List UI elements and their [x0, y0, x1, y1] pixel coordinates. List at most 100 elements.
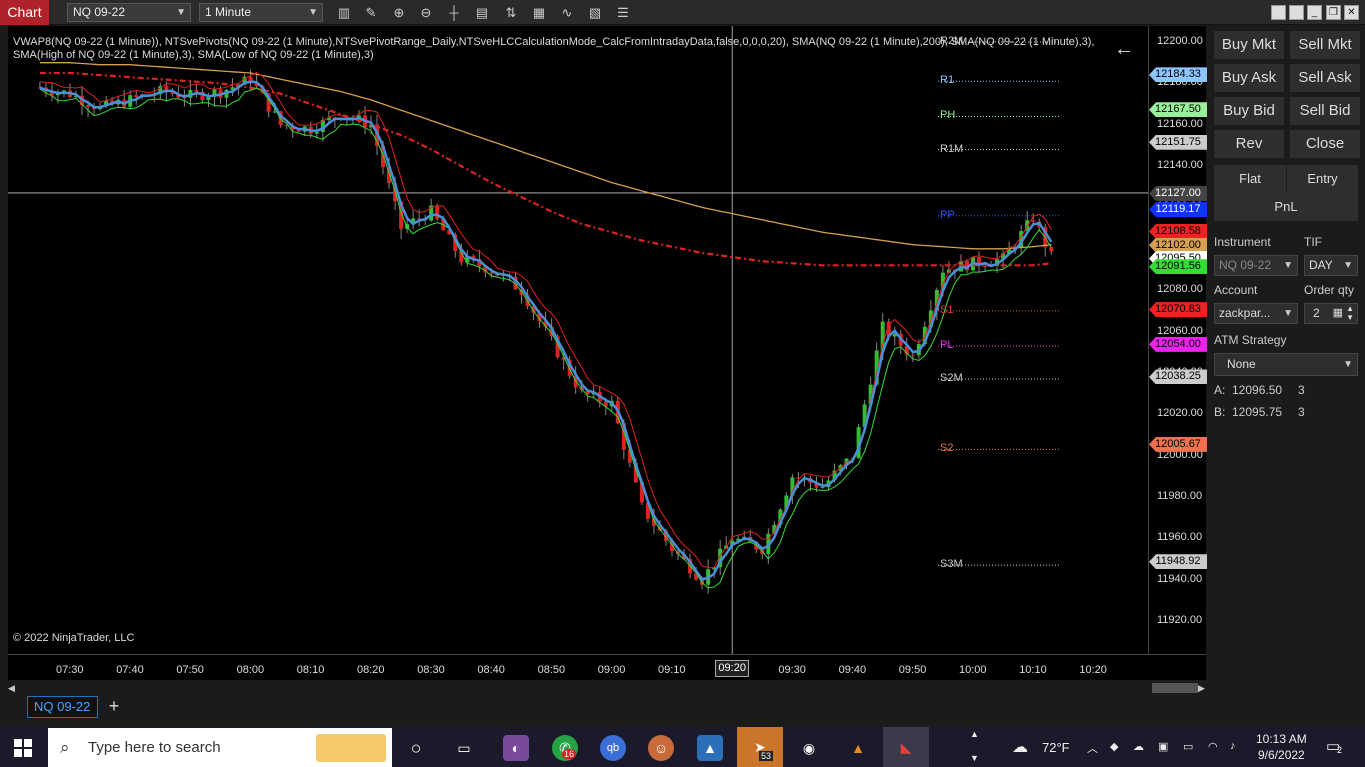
- weather-icon[interactable]: ☁: [1012, 737, 1028, 757]
- chart-trader-icon[interactable]: ⇅: [501, 3, 521, 22]
- time-tick-label: 09:40: [838, 664, 867, 676]
- time-tick-label: 09:00: [597, 664, 626, 676]
- battery-icon[interactable]: ▭: [1183, 740, 1193, 753]
- price-tick-label: 12060.00: [1157, 324, 1203, 337]
- buy-bid-button[interactable]: Buy Bid: [1214, 97, 1284, 125]
- price-marker-tag: 11948.92: [1149, 554, 1207, 570]
- tray-expand-icon[interactable]: ︿: [1087, 740, 1098, 756]
- window-tile-icon[interactable]: [1289, 5, 1304, 20]
- time-tick-label: 10:10: [1019, 664, 1047, 676]
- price-marker-tag: 12167.50: [1149, 102, 1207, 118]
- cortana-icon[interactable]: ○: [403, 735, 429, 761]
- time-tick-label: 08:00: [236, 664, 265, 676]
- app-tray-icon[interactable]: ◆: [1110, 740, 1118, 753]
- price-tick-label: 12080.00: [1157, 283, 1203, 296]
- templates-icon[interactable]: ▧: [585, 3, 605, 22]
- data-box-icon[interactable]: ▤: [472, 3, 492, 22]
- account-select[interactable]: zackpar... ▼: [1214, 303, 1298, 324]
- bid-price: 12095.75: [1232, 405, 1283, 419]
- drawing-tool-icon[interactable]: ✎: [361, 3, 381, 22]
- telegram-icon[interactable]: ➤: [737, 727, 783, 767]
- photos-icon[interactable]: ▲: [697, 735, 723, 761]
- instrument-selector-value: NQ 09-22: [73, 5, 126, 19]
- volume-icon[interactable]: ♪: [1230, 740, 1236, 752]
- bar-type-icon[interactable]: ▥: [334, 3, 354, 22]
- candle-up: [314, 132, 319, 134]
- pnl-button[interactable]: PnL: [1214, 193, 1358, 221]
- sell-mkt-button[interactable]: Sell Mkt: [1290, 31, 1360, 59]
- minimize-icon[interactable]: _: [1307, 5, 1322, 20]
- buy-mkt-button[interactable]: Buy Mkt: [1214, 31, 1284, 59]
- buy-ask-button[interactable]: Buy Ask: [1214, 64, 1284, 92]
- obs-icon[interactable]: ◉: [796, 735, 822, 761]
- vwap-line: [39, 71, 1052, 267]
- candle-down: [489, 272, 494, 274]
- maximize-icon[interactable]: ❐: [1326, 5, 1341, 20]
- tab-nq-09-22[interactable]: NQ 09-22: [27, 696, 98, 718]
- flat-button[interactable]: Flat: [1214, 165, 1286, 193]
- quickbooks-icon[interactable]: qb: [600, 735, 626, 761]
- chart-scrollbar[interactable]: ◀ ▶: [8, 681, 1206, 695]
- price-marker-tag: 12091.56: [1149, 259, 1207, 275]
- app-icon-1[interactable]: ◐: [503, 735, 529, 761]
- price-tick-label: 11920.00: [1157, 614, 1203, 626]
- task-view-icon[interactable]: ▭: [451, 735, 477, 761]
- calculator-icon[interactable]: ▦: [1333, 304, 1343, 323]
- pivot-label-r2m: R2M: [940, 35, 964, 47]
- time-axis[interactable]: 07:30 07:40 07:50 08:00 08:10 08:20 08:30 08:40…: [8, 654, 1206, 680]
- stepper-arrows-icon[interactable]: ▲ ▼: [1346, 304, 1354, 322]
- scroll-right-icon[interactable]: ▶: [1198, 683, 1206, 693]
- entry-button[interactable]: Entry: [1287, 165, 1358, 193]
- window-list-icon[interactable]: [1271, 5, 1286, 20]
- zoom-out-icon[interactable]: ⊖: [416, 3, 436, 22]
- price-tick-label: 11960.00: [1157, 531, 1203, 544]
- avatar-app-icon[interactable]: ☺: [648, 735, 674, 761]
- account-select-value: zackpar...: [1219, 306, 1271, 320]
- close-icon[interactable]: ✕: [1344, 5, 1359, 20]
- rev-button[interactable]: Rev: [1214, 130, 1284, 158]
- scroll-up-icon[interactable]: ▲: [970, 729, 979, 739]
- back-arrow-icon[interactable]: ←: [1114, 38, 1134, 61]
- order-qty-stepper[interactable]: 2 ▦ ▲ ▼: [1304, 303, 1358, 324]
- atm-strategy-value: None: [1227, 357, 1256, 371]
- add-tab-button[interactable]: +: [102, 696, 126, 718]
- indicators-icon[interactable]: ▦: [529, 3, 549, 22]
- scroll-left-icon[interactable]: ◀: [8, 683, 16, 693]
- chart-trader-panel: Buy Mkt Sell Mkt Buy Ask Sell Ask Buy Bi…: [1207, 26, 1365, 726]
- vlc-icon[interactable]: ▲: [845, 735, 871, 761]
- scrollbar-thumb[interactable]: [1152, 683, 1198, 693]
- taskbar-search-input[interactable]: ⌕ Type here to search: [48, 728, 392, 767]
- scroll-down-icon[interactable]: ▼: [970, 753, 979, 763]
- interval-selector[interactable]: 1 Minute ▼: [199, 3, 323, 22]
- price-chart-plot: [8, 26, 1148, 654]
- instrument-select-value: NQ 09-22: [1219, 258, 1272, 272]
- instrument-select[interactable]: NQ 09-22 ▼: [1214, 255, 1298, 276]
- clock-time[interactable]: 10:13 AM: [1256, 732, 1307, 746]
- strategies-icon[interactable]: ∿: [557, 3, 577, 22]
- weather-temp[interactable]: 72°F: [1042, 740, 1070, 755]
- account-label: Account: [1214, 283, 1258, 297]
- ninjatrader-icon[interactable]: ◣: [883, 727, 929, 767]
- price-chart[interactable]: VWAP8(NQ 09-22 (1 Minute)), NTSvePivots(…: [8, 26, 1148, 654]
- telegram-badge: 53: [759, 751, 774, 761]
- tif-select[interactable]: DAY ▼: [1304, 255, 1358, 276]
- sell-bid-button[interactable]: Sell Bid: [1290, 97, 1360, 125]
- zoom-in-icon[interactable]: ⊕: [389, 3, 409, 22]
- windows-start-icon[interactable]: [14, 739, 32, 757]
- candle-up: [820, 487, 825, 489]
- price-axis[interactable]: 12200.0012180.0012160.0012140.0012120.00…: [1148, 26, 1207, 654]
- time-tick-label: 09:50: [898, 664, 927, 676]
- pivot-label-s2m: S2M: [940, 372, 963, 385]
- atm-strategy-select[interactable]: None ▼: [1214, 353, 1358, 376]
- wifi-icon[interactable]: ◠: [1208, 740, 1218, 753]
- instrument-selector[interactable]: NQ 09-22 ▼: [67, 3, 191, 22]
- clock-date[interactable]: 9/6/2022: [1258, 748, 1305, 762]
- properties-icon[interactable]: ☰: [613, 3, 633, 22]
- candle-down: [134, 95, 139, 97]
- close-position-button[interactable]: Close: [1290, 130, 1360, 158]
- crosshair-icon[interactable]: ┼: [444, 3, 464, 22]
- security-icon[interactable]: ▣: [1158, 740, 1168, 753]
- sell-ask-button[interactable]: Sell Ask: [1290, 64, 1360, 92]
- onedrive-icon[interactable]: ☁: [1133, 740, 1144, 753]
- time-cursor-label: 09:20: [715, 660, 750, 677]
